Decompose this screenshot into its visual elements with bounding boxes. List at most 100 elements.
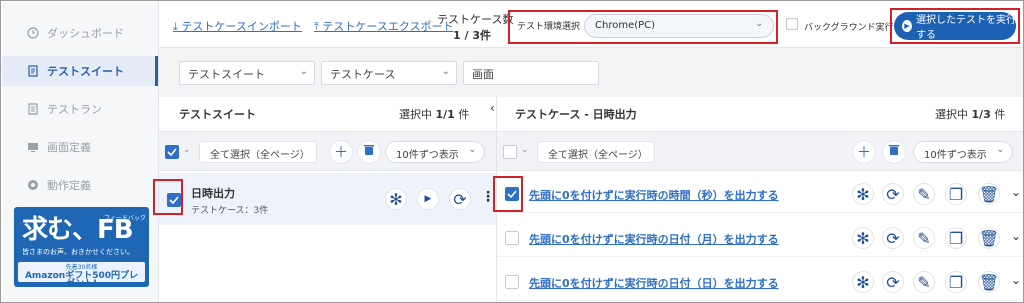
suite-toolbar: ⌄ 全て選択（全ページ） ＋ 10件ずつ表示 ⌄ [159,131,496,171]
screen-filter-select[interactable]: 画面 [463,61,599,85]
export-link[interactable]: ⤒ テストケースエクスポート [314,18,454,34]
copy-button[interactable]: ❐ [945,227,967,249]
banner-subline: 皆さまのお声、おきかせください。 [22,248,134,256]
debug-button[interactable]: ✻ [852,271,874,293]
sidebar-item-label: 動作定義 [47,179,91,192]
case-filter-value: テストケース [330,68,396,81]
chevron-down-icon[interactable]: ⌄ [1011,273,1021,287]
copy-icon: ❐ [948,272,964,292]
edit-icon: ✎ [917,184,931,204]
case-panel-title: テストケース - 日時出力 [515,108,637,121]
suite-row[interactable]: 日時出力 テストケース：3件 ✻ ▶ ⟳ ⋮ [159,173,496,225]
monitor-icon [27,141,39,153]
env-select-value: Chrome(PC) [595,20,656,31]
case-row[interactable]: 先頭に0を付けずに実行時の時間（秒）を出力する ✻ ⟳ ✎ ❐ 🗑 ⌄ [497,175,1023,213]
env-select[interactable]: Chrome(PC) ⌄ [584,14,774,38]
selected-label: 選択中 [399,108,432,121]
add-suite-button[interactable]: ＋ [329,140,353,164]
copy-button[interactable]: ❐ [945,271,967,293]
sidebar: ダッシュボード テストスイート テストラン 画面定義 動作定義 求む、FB フィ… [2,2,159,302]
suite-filter-select[interactable]: テストスイート ⌄ [179,61,315,85]
refresh-icon: ⟳ [453,189,467,209]
selected-unit: 件 [458,108,470,121]
delete-button[interactable]: 🗑 [978,183,1000,205]
edit-button[interactable]: ✎ [913,227,935,249]
chevron-down-icon[interactable]: ⌄ [1011,229,1021,243]
import-link[interactable]: ⤓ テストケースインポート [173,18,302,34]
case-row[interactable]: 先頭に0を付けずに実行時の日付（月）を出力する ✻ ⟳ ✎ ❐ 🗑 ⌄ [497,219,1023,257]
play-icon: ▶ [424,194,432,204]
delete-button[interactable]: 🗑 [978,271,1000,293]
chevron-down-icon: ⌄ [996,145,1004,155]
run-selected-button[interactable]: ▶ 選択したテストを実行する [894,12,1016,41]
select-all-label: 全て選択（全ページ） [210,150,310,161]
background-checkbox[interactable] [786,18,798,30]
sidebar-item-test-suite[interactable]: テストスイート [2,56,158,86]
case-select-all-checkbox[interactable] [503,145,517,159]
sync-button[interactable]: ⟳ [449,188,471,210]
case-link[interactable]: 先頭に0を付けずに実行時の日付（日）を出力する [529,275,779,291]
delete-case-button[interactable] [882,140,906,164]
case-count-value: 1 / 3件 [453,29,491,42]
sync-button[interactable]: ⟳ [882,183,904,205]
sidebar-item-action-definition[interactable]: 動作定義 [2,170,158,200]
banner-bar-main: Amazonギフト500円プレゼント! [24,271,139,288]
top-toolbar: ⤓ テストケースインポート ⤒ テストケースエクスポート テストケース数 1 /… [159,2,1023,47]
selected-unit: 件 [994,108,1006,121]
chevron-down-icon[interactable]: ⌄ [183,145,191,155]
case-per-page-select[interactable]: 10件ずつ表示 ⌄ [913,141,1013,163]
clock-icon [27,27,39,39]
suite-case-count: テストケース：3件 [191,206,269,216]
edit-button[interactable]: ✎ [913,271,935,293]
trash-icon [889,144,899,160]
run-button-label: 選択したテストを実行する [916,15,1016,41]
case-row-checkbox[interactable] [505,275,519,289]
sidebar-item-dashboard[interactable]: ダッシュボード [2,18,158,48]
case-filter-select[interactable]: テストケース ⌄ [321,61,457,85]
chevron-down-icon: ⌄ [441,66,450,77]
trash-icon: 🗑 [978,184,1000,204]
upload-icon: ⤒ [314,20,319,33]
case-link[interactable]: 先頭に0を付けずに実行時の日付（月）を出力する [529,231,779,247]
sidebar-item-test-run[interactable]: テストラン [2,94,158,124]
debug-button[interactable]: ✻ [852,227,874,249]
gear-icon [27,179,39,191]
chevron-down-icon[interactable]: ⌄ [1011,185,1021,199]
sync-button[interactable]: ⟳ [882,271,904,293]
debug-button[interactable]: ✻ [852,183,874,205]
download-icon: ⤓ [173,20,178,33]
delete-suite-button[interactable] [357,140,381,164]
suite-name[interactable]: 日時出力 [191,185,235,201]
banner-small-label: フィードバック [104,215,146,222]
case-link[interactable]: 先頭に0を付けずに実行時の時間（秒）を出力する [529,187,779,203]
case-row[interactable]: 先頭に0を付けずに実行時の日付（日）を出力する ✻ ⟳ ✎ ❐ 🗑 ⌄ [497,263,1023,301]
bug-icon: ✻ [856,272,870,292]
collapse-panel-icon[interactable]: ‹ [490,101,495,115]
bug-icon: ✻ [856,228,870,248]
feedback-banner[interactable]: 求む、FB フィードバック 皆さまのお声、おきかせください。 先着30名様 Am… [14,207,149,287]
case-toolbar: ⌄ 全て選択（全ページ） ＋ 10件ずつ表示 ⌄ [497,131,1023,171]
test-case-panel: テストケース - 日時出力 選択中 1/3 件 ⌄ 全て選択（全ページ） ＋ 1… [493,97,1023,302]
sync-button[interactable]: ⟳ [882,227,904,249]
play-button[interactable]: ▶ [417,188,439,210]
bug-icon: ✻ [389,189,403,209]
chevron-down-icon[interactable]: ⌄ [521,145,529,155]
import-link-label: テストケースインポート [181,20,302,33]
sidebar-item-screen-definition[interactable]: 画面定義 [2,132,158,162]
copy-button[interactable]: ❐ [945,183,967,205]
suite-select-all-checkbox[interactable] [165,145,179,159]
refresh-icon: ⟳ [886,184,900,204]
suite-select-all-button[interactable]: 全て選択（全ページ） [199,141,317,163]
suite-per-page-select[interactable]: 10件ずつ表示 ⌄ [385,141,485,163]
bug-icon: ✻ [856,184,870,204]
chevron-down-icon: ⌄ [468,145,476,155]
case-row-checkbox[interactable] [505,231,519,245]
sidebar-item-label: ダッシュボード [47,27,124,40]
suite-filter-value: テストスイート [188,68,265,81]
delete-button[interactable]: 🗑 [978,227,1000,249]
add-case-button[interactable]: ＋ [852,140,876,164]
debug-button[interactable]: ✻ [385,188,407,210]
per-page-value: 10件ずつ表示 [396,150,459,161]
case-select-all-button[interactable]: 全て選択（全ページ） [537,141,655,163]
edit-button[interactable]: ✎ [913,183,935,205]
